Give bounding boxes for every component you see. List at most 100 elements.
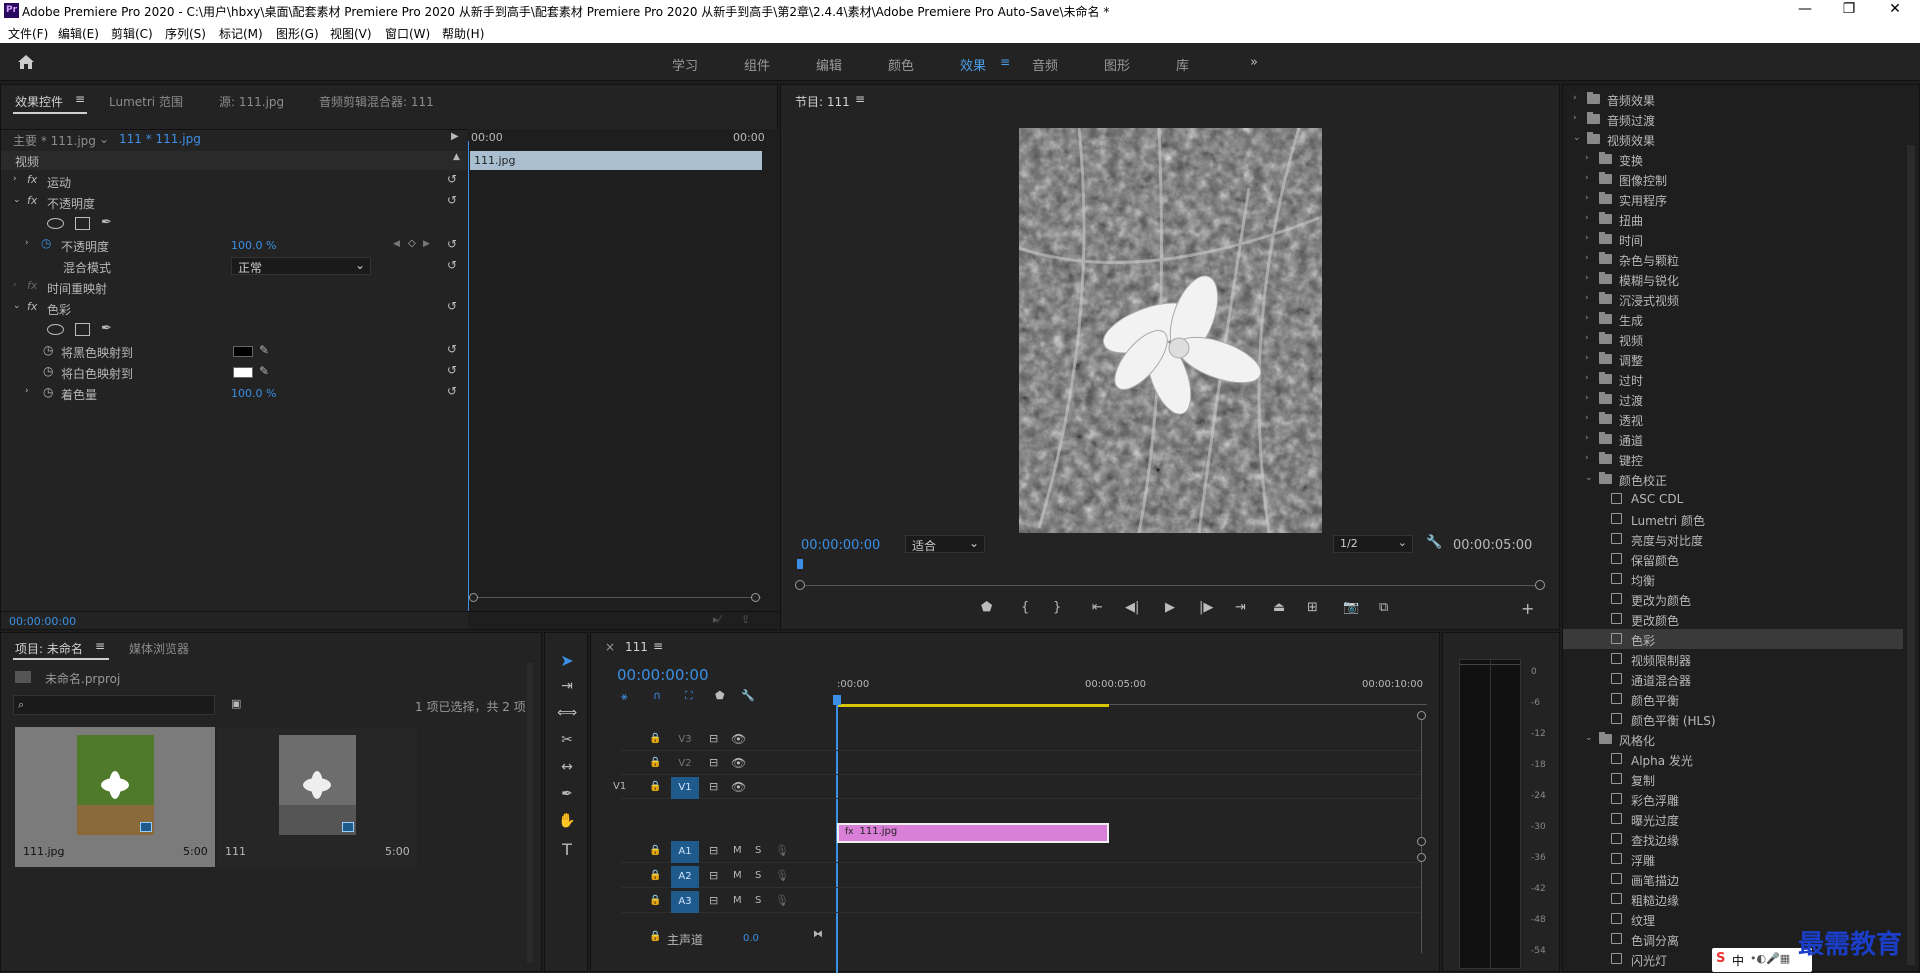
quality-select[interactable]: 1/2 ⌄ — [1333, 535, 1413, 553]
menu-sequence[interactable]: 序列(S) — [165, 25, 206, 42]
mark-in-icon[interactable]: { — [1021, 600, 1029, 615]
expand-chevron-icon[interactable]: › — [1585, 413, 1589, 423]
razor-tool-icon[interactable]: ✂ — [555, 732, 579, 748]
tab-media-browser[interactable]: 媒体浏览器 — [129, 640, 189, 657]
track-target[interactable]: V3 — [671, 729, 699, 751]
mute-button[interactable]: M — [733, 870, 742, 881]
effects-folder[interactable]: › 沉浸式视频 — [1563, 289, 1903, 309]
vscroll-handle-top[interactable] — [1417, 711, 1426, 720]
program-title[interactable]: 节目: 111 — [795, 93, 850, 110]
collapse-video-icon[interactable]: ▲ — [453, 152, 460, 162]
tint-ellipse-mask-icon[interactable] — [47, 324, 64, 335]
expand-chevron-icon[interactable]: › — [1585, 273, 1589, 283]
slip-tool-icon[interactable]: ↔ — [555, 759, 579, 775]
voiceover-mic-icon[interactable]: 🎙 — [775, 869, 789, 882]
project-item-color[interactable]: 111.jpg 5:00 — [15, 727, 215, 867]
track-target[interactable]: A2 — [671, 866, 699, 888]
pen-tool-icon[interactable]: ✒ — [555, 786, 579, 802]
filter-icon[interactable]: ▸⁄ — [713, 613, 720, 626]
sync-lock-icon[interactable]: ⊟ — [709, 844, 718, 857]
reset-opacity-param-icon[interactable]: ↺ — [447, 237, 457, 251]
effects-folder[interactable]: › 实用程序 — [1563, 189, 1903, 209]
timeline-clip[interactable]: fx 111.jpg — [837, 823, 1109, 843]
menu-view[interactable]: 视图(V) — [330, 25, 372, 42]
tab-audio-clip-mixer[interactable]: 音频剪辑混合器: 111 — [319, 93, 434, 110]
effects-item[interactable]: 粗糙边缘 — [1563, 889, 1903, 909]
collapse-opacity-icon[interactable]: ⌄ — [13, 195, 21, 205]
lift-icon[interactable]: ⏏ — [1273, 600, 1285, 615]
clip-dropdown-icon[interactable]: ⌄ — [99, 132, 109, 146]
export-frame-camera-icon[interactable]: 📷 — [1343, 600, 1359, 615]
button-editor-plus-icon[interactable]: + — [1521, 599, 1534, 618]
effects-item[interactable]: 颜色平衡 (HLS) — [1563, 709, 1903, 729]
effects-folder[interactable]: › 音频过渡 — [1563, 109, 1903, 129]
workspace-libraries[interactable]: 库 — [1176, 55, 1189, 74]
effects-folder[interactable]: ⌄ 视频效果 — [1563, 129, 1903, 149]
zoom-handle-left[interactable] — [469, 593, 478, 602]
project-search-input[interactable]: ⌕ — [13, 695, 215, 715]
rectangle-mask-icon[interactable] — [75, 217, 90, 230]
workspace-graphics[interactable]: 图形 — [1104, 55, 1130, 74]
effects-folder[interactable]: › 图像控制 — [1563, 169, 1903, 189]
sync-lock-icon[interactable]: ⊟ — [709, 756, 718, 769]
white-eyedropper-icon[interactable]: ✎ — [259, 364, 269, 378]
master-volume-value[interactable]: 0.0 — [743, 933, 759, 944]
timeline-settings-icon[interactable]: 🔧 — [741, 689, 755, 702]
effects-folder[interactable]: › 扭曲 — [1563, 209, 1903, 229]
effects-item[interactable]: 复制 — [1563, 769, 1903, 789]
ellipse-mask-icon[interactable] — [47, 218, 64, 229]
keyframe-area[interactable] — [468, 129, 779, 629]
effects-item[interactable]: 更改颜色 — [1563, 609, 1903, 629]
expand-opacity-param-icon[interactable]: › — [25, 238, 29, 248]
effects-folder[interactable]: › 杂色与颗粒 — [1563, 249, 1903, 269]
effects-folder[interactable]: › 键控 — [1563, 449, 1903, 469]
effects-item[interactable]: 画笔描边 — [1563, 869, 1903, 889]
effects-item[interactable]: 保留颜色 — [1563, 549, 1903, 569]
show-keyframes-icon[interactable]: ▶ — [451, 131, 459, 142]
expand-chevron-icon[interactable]: › — [1585, 433, 1589, 443]
zoom-scrollbar[interactable] — [471, 597, 761, 598]
track-target[interactable]: A3 — [671, 891, 699, 913]
effects-item[interactable]: 均衡 — [1563, 569, 1903, 589]
expand-chevron-icon[interactable]: › — [1585, 353, 1589, 363]
scroll-handle-left[interactable] — [795, 580, 805, 590]
workspace-learning[interactable]: 学习 — [672, 55, 698, 74]
new-bin-icon[interactable]: ▣ — [231, 697, 241, 710]
menu-window[interactable]: 窗口(W) — [385, 25, 430, 42]
track-lock-icon[interactable]: 🔒 — [649, 781, 661, 792]
solo-button[interactable]: S — [755, 845, 761, 856]
more-workspaces-icon[interactable]: » — [1250, 55, 1258, 70]
opacity-stopwatch-icon[interactable]: ◷ — [41, 236, 51, 250]
extract-icon[interactable]: ⊞ — [1307, 600, 1318, 615]
mute-button[interactable]: M — [733, 845, 742, 856]
time-ruler[interactable] — [797, 559, 1537, 569]
fit-select[interactable]: 适合 ⌄ — [905, 535, 985, 553]
play-icon[interactable]: ▶ — [1165, 600, 1175, 615]
sync-lock-icon[interactable]: ⊟ — [709, 869, 718, 882]
track-visibility-icon[interactable]: 👁 — [731, 780, 746, 794]
vscroll-handle-mid[interactable] — [1417, 837, 1426, 846]
pen-mask-icon[interactable]: ✒ — [101, 215, 112, 230]
effects-folder[interactable]: ⌄ 风格化 — [1563, 729, 1903, 749]
collapse-tint-icon[interactable]: ⌄ — [13, 301, 21, 311]
white-color-swatch[interactable] — [233, 367, 253, 378]
program-menu-icon[interactable]: ≡ — [855, 92, 865, 106]
vscroll-handle-bottom[interactable] — [1417, 853, 1426, 862]
tab-project[interactable]: 项目: 未命名 — [15, 640, 83, 657]
tab-sequence[interactable]: 111 — [625, 640, 648, 654]
snap-icon[interactable]: ∩ — [653, 689, 661, 702]
master-end-icon[interactable]: ⧓ — [813, 929, 823, 940]
work-area-bar[interactable] — [837, 704, 1109, 707]
hand-tool-icon[interactable]: ✋ — [555, 813, 579, 829]
minimize-icon[interactable]: — — [1790, 1, 1820, 17]
expand-chevron-icon[interactable]: › — [1585, 173, 1589, 183]
effects-folder[interactable]: › 时间 — [1563, 229, 1903, 249]
go-to-out-icon[interactable]: ⇥ — [1235, 600, 1246, 615]
mute-button[interactable]: M — [733, 895, 742, 906]
collapse-chevron-icon[interactable]: ⌄ — [1585, 473, 1593, 483]
map-black-stopwatch-icon[interactable]: ◷ — [43, 343, 53, 357]
voiceover-mic-icon[interactable]: 🎙 — [775, 894, 789, 907]
tint-pen-mask-icon[interactable]: ✒ — [101, 321, 112, 336]
effects-folder[interactable]: › 模糊与锐化 — [1563, 269, 1903, 289]
menu-graphics[interactable]: 图形(G) — [276, 25, 319, 42]
